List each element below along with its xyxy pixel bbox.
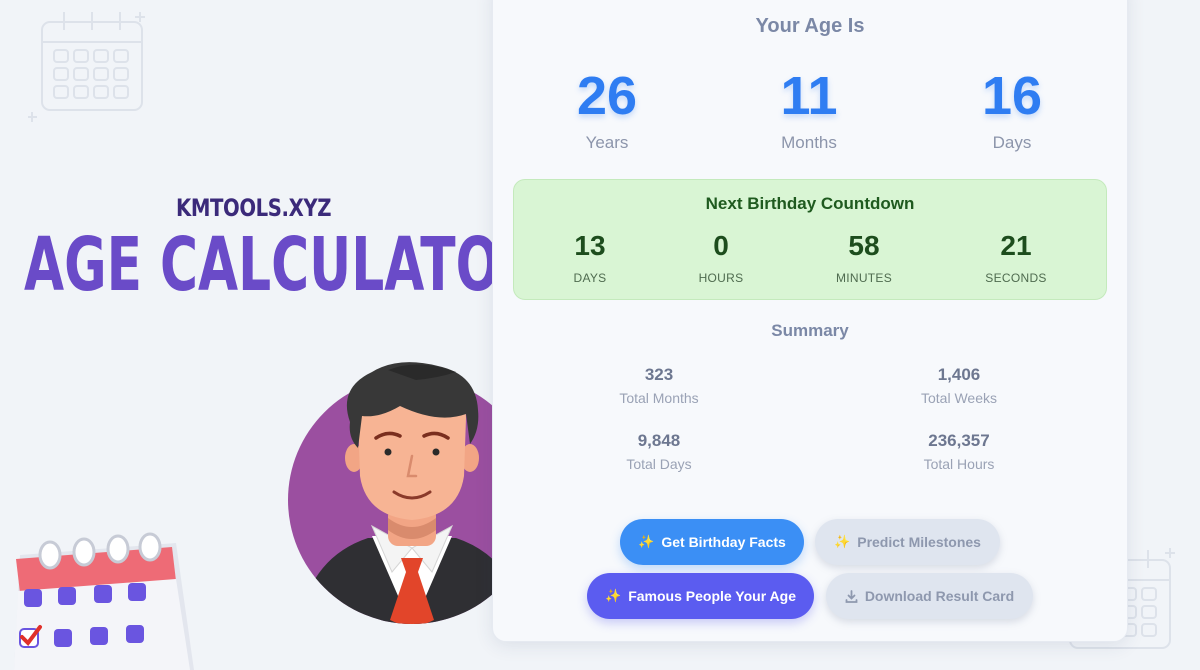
result-title: Your Age Is bbox=[755, 15, 865, 37]
countdown-title: Next Birthday Countdown bbox=[705, 194, 915, 213]
countdown-days: 13 DAYS bbox=[530, 230, 650, 286]
summary-label: Total Hours bbox=[923, 456, 995, 472]
age-days: 16 Days bbox=[932, 69, 1092, 153]
download-result-card-button[interactable]: Download Result Card bbox=[826, 573, 1033, 619]
countdown-hours: 0 HOURS bbox=[661, 230, 781, 286]
countdown-days-label: DAYS bbox=[573, 271, 607, 285]
birthday-countdown-panel: Next Birthday Countdown 13 DAYS 0 HOURS … bbox=[513, 179, 1107, 300]
countdown-minutes-value: 58 bbox=[848, 230, 880, 261]
age-days-value: 16 bbox=[981, 66, 1043, 126]
predict-milestones-button[interactable]: ✨ Predict Milestones bbox=[815, 519, 1000, 565]
summary-value: 9,848 bbox=[637, 431, 681, 450]
age-months-value: 11 bbox=[780, 66, 838, 126]
summary-value: 323 bbox=[644, 365, 674, 384]
button-label: Download Result Card bbox=[864, 588, 1015, 604]
age-years-value: 26 bbox=[576, 66, 638, 126]
countdown-hours-value: 0 bbox=[713, 230, 729, 261]
button-label: Famous People Your Age bbox=[628, 588, 796, 604]
site-name: KMTOOLS.XYZ bbox=[176, 194, 332, 222]
get-birthday-facts-button[interactable]: ✨ Get Birthday Facts bbox=[620, 519, 804, 565]
countdown-minutes-label: MINUTES bbox=[835, 271, 893, 285]
summary-value: 236,357 bbox=[928, 431, 990, 450]
age-years: 26 Years bbox=[527, 69, 687, 153]
summary-total-days: 9,848 Total Days bbox=[559, 431, 759, 472]
background-calendar-icon bbox=[28, 12, 145, 122]
age-months: 11 Months bbox=[729, 69, 889, 153]
button-label: Predict Milestones bbox=[857, 534, 981, 550]
sparkle-icon: ✨ bbox=[638, 534, 655, 549]
age-months-label: Months bbox=[781, 133, 837, 152]
page-title: AGE CALCULATOR bbox=[24, 222, 540, 308]
countdown-seconds: 21 SECONDS bbox=[956, 230, 1076, 286]
summary-total-hours: 236,357 Total Hours bbox=[859, 431, 1059, 472]
age-result-card: Your Age Is 26 Years 11 Months 16 Days N… bbox=[492, 0, 1128, 642]
sparkle-icon: ✨ bbox=[605, 588, 622, 603]
summary-value: 1,406 bbox=[937, 365, 981, 384]
summary-total-months: 323 Total Months bbox=[559, 365, 759, 406]
countdown-minutes: 58 MINUTES bbox=[804, 230, 924, 286]
sparkle-icon: ✨ bbox=[834, 534, 851, 549]
countdown-hours-label: HOURS bbox=[698, 271, 744, 285]
countdown-days-value: 13 bbox=[574, 230, 606, 261]
summary-title: Summary bbox=[771, 321, 849, 340]
download-icon bbox=[845, 589, 858, 603]
summary-label: Total Days bbox=[626, 456, 692, 472]
summary-total-weeks: 1,406 Total Weeks bbox=[859, 365, 1059, 406]
button-label: Get Birthday Facts bbox=[661, 534, 786, 550]
age-days-label: Days bbox=[992, 133, 1032, 152]
famous-people-button[interactable]: ✨ Famous People Your Age bbox=[587, 573, 814, 619]
age-years-label: Years bbox=[585, 133, 629, 152]
calendar-icon bbox=[14, 532, 194, 670]
countdown-seconds-label: SECONDS bbox=[985, 271, 1047, 285]
summary-label: Total Months bbox=[619, 390, 699, 406]
summary-label: Total Weeks bbox=[921, 390, 997, 406]
countdown-seconds-value: 21 bbox=[1000, 230, 1032, 261]
